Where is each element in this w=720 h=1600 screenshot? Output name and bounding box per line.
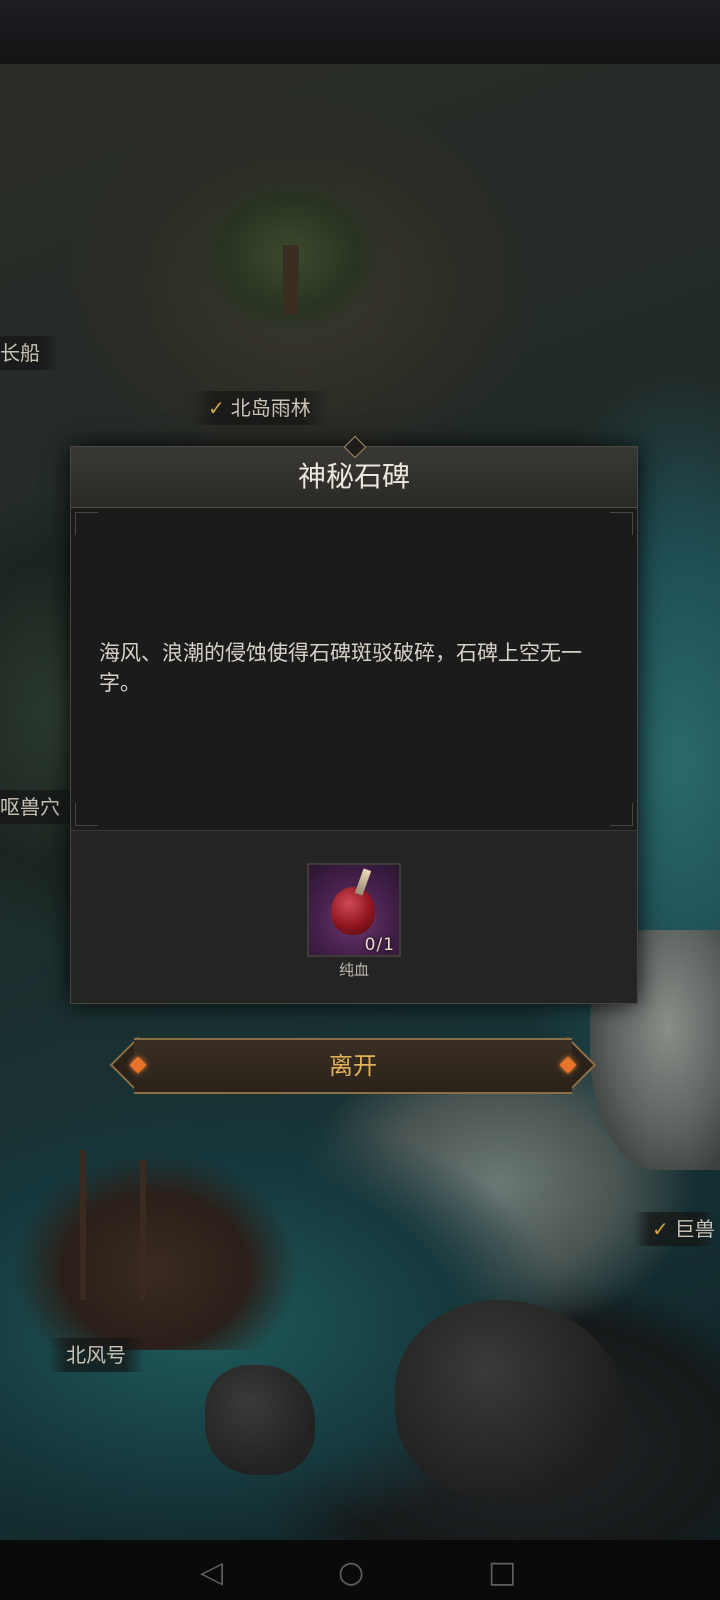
map-label-north-wind[interactable]: 北风号 xyxy=(48,1338,144,1372)
blood-potion-icon xyxy=(331,887,375,935)
item-slot[interactable]: 0/1 xyxy=(307,863,401,957)
event-dialog: 神秘石碑 海风、浪潮的侵蚀使得石碑斑驳破碎，石碑上空无一字。 0/1 纯血 xyxy=(70,435,638,1004)
leave-button-label: 离开 xyxy=(329,1052,377,1080)
north-wind-ship[interactable] xyxy=(10,1150,300,1350)
item-count: 0/1 xyxy=(364,935,395,955)
check-icon: ✓ xyxy=(208,396,225,420)
dialog-title: 神秘石碑 xyxy=(297,460,410,493)
dialog-description: 海风、浪潮的侵蚀使得石碑斑驳破碎，石碑上空无一字。 xyxy=(99,641,582,695)
map-label-north-island-rainforest[interactable]: ✓ 北岛雨林 xyxy=(190,391,329,425)
map-label-giant-beast[interactable]: ✓ 巨兽 xyxy=(634,1212,715,1246)
dialog-header: 神秘石碑 xyxy=(71,435,637,508)
home-icon[interactable]: ○ xyxy=(338,1558,364,1588)
top-bar xyxy=(0,0,720,66)
check-icon: ✓ xyxy=(652,1217,669,1241)
item-name: 纯血 xyxy=(338,961,369,979)
leave-button[interactable]: 离开 xyxy=(109,1036,597,1098)
rainforest-tree xyxy=(195,175,385,335)
sea-rock xyxy=(205,1365,315,1475)
system-nav-bar: ◁ ○ □ xyxy=(0,1540,720,1600)
map-label-longship[interactable]: 长船 xyxy=(0,336,58,370)
recents-icon[interactable]: □ xyxy=(488,1558,516,1588)
dialog-body: 海风、浪潮的侵蚀使得石碑斑驳破碎，石碑上空无一字。 xyxy=(71,508,637,831)
back-icon[interactable]: ◁ xyxy=(200,1558,223,1588)
map-label-beast-cave[interactable]: 呕兽穴 xyxy=(0,790,78,824)
dialog-requirements: 0/1 纯血 xyxy=(71,831,637,1003)
